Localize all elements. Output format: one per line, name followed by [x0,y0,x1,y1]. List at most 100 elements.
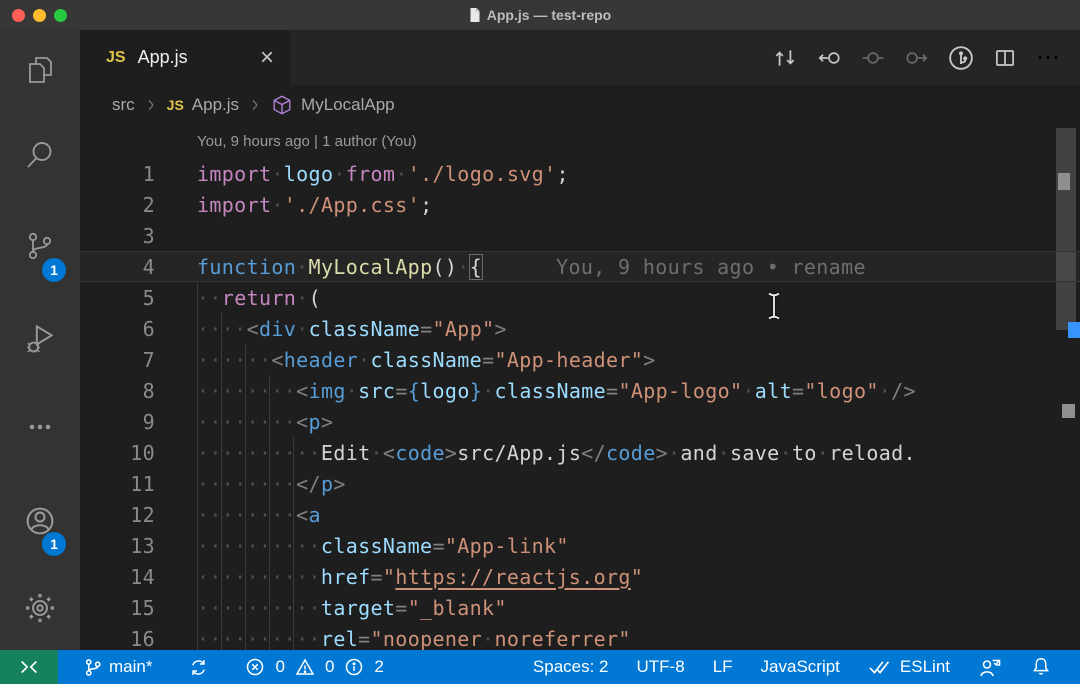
gear-icon [22,590,58,626]
eslint-label: ESLint [900,657,950,677]
tab-label: App.js [138,47,248,68]
sidebar-item-source-control[interactable]: 1 [0,200,80,292]
code-line[interactable]: 5··return·( [80,282,1080,313]
tab-bar: JS App.js × [80,30,1080,85]
code-text: ········<p> [155,410,333,434]
code-line[interactable]: 2import·'./App.css'; [80,189,1080,220]
feedback-person-icon [978,656,1002,678]
remote-icon [18,656,40,678]
line-number: 15 [80,596,155,620]
split-editor-icon[interactable] [988,41,1022,75]
files-icon [24,54,56,86]
language-status-item[interactable]: JavaScript [747,650,854,684]
line-number: 16 [80,627,155,651]
code-lines: 1import·logo·from·'./logo.svg';2import·'… [80,158,1080,650]
open-changes-icon[interactable] [768,41,802,75]
remote-indicator[interactable] [0,650,58,684]
commit-graph-icon[interactable] [944,41,978,75]
breadcrumb-item-src[interactable]: src [112,95,135,115]
code-text: ········</p> [155,472,346,496]
code-line[interactable]: 6····<div·className="App"> [80,313,1080,344]
line-number: 5 [80,286,155,310]
code-area: You, 9 hours ago | 1 author (You) 1impor… [80,125,1080,650]
ellipsis-icon [25,412,55,442]
line-number: 3 [80,224,155,248]
close-tab-icon[interactable]: × [260,46,274,70]
code-line[interactable]: 9········<p> [80,406,1080,437]
code-text: function·MyLocalApp()·{You, 9 hours ago … [155,255,866,279]
eol-label: LF [713,657,733,677]
notifications-status-item[interactable] [1016,650,1066,684]
next-change-icon[interactable] [900,41,934,75]
sync-status-item[interactable] [178,650,219,684]
code-line[interactable]: 7······<header·className="App-header"> [80,344,1080,375]
window-title: App.js — test-repo [469,7,611,23]
indentation-label: Spaces: 2 [533,657,609,677]
settings-button[interactable] [0,566,80,650]
status-bar: main* 0 0 2 Spaces: 2 UTF-8 LF Java [0,650,1080,684]
code-line[interactable]: 14··········href="https://reactjs.org" [80,561,1080,592]
tab-appjs[interactable]: JS App.js × [80,30,290,85]
breadcrumb-item-symbol[interactable]: MyLocalApp [301,95,395,115]
bell-icon [1030,656,1052,678]
window-title-text: App.js — test-repo [487,7,611,23]
chevron-right-icon [143,97,159,113]
breadcrumb-item-appjs[interactable]: App.js [192,95,239,115]
code-text: ··········href="https://reactjs.org" [155,565,643,589]
javascript-file-icon: JS [106,49,126,67]
code-line[interactable]: 1import·logo·from·'./logo.svg'; [80,158,1080,189]
change-icon[interactable] [856,41,890,75]
indentation-status-item[interactable]: Spaces: 2 [519,650,623,684]
eol-status-item[interactable]: LF [699,650,747,684]
gitlens-codelens[interactable]: You, 9 hours ago | 1 author (You) [80,125,1080,158]
title-bar: App.js — test-repo [0,0,1080,30]
code-line[interactable]: 10··········Edit·<code>src/App.js</code>… [80,437,1080,468]
window-controls [12,9,67,22]
code-line[interactable]: 13··········className="App-link" [80,530,1080,561]
code-text: ··········rel="noopener·noreferrer" [155,627,631,651]
chevron-right-icon [247,97,263,113]
accounts-button[interactable]: 1 [0,476,80,566]
branch-name: main* [109,657,152,677]
code-line[interactable]: 16··········rel="noopener·noreferrer" [80,623,1080,650]
code-text: import·'./App.css'; [155,193,432,217]
activity-bar: 1 1 [0,30,80,650]
encoding-status-item[interactable]: UTF-8 [623,650,699,684]
encoding-label: UTF-8 [637,657,685,677]
line-number: 2 [80,193,155,217]
editor-actions: ⋯ [768,30,1066,85]
file-icon [469,7,481,23]
eslint-status-item[interactable]: ESLint [854,650,964,684]
minimize-window-button[interactable] [33,9,46,22]
git-branch-icon [84,658,103,677]
more-actions-icon[interactable]: ⋯ [1032,41,1066,75]
double-check-icon [868,657,894,677]
breadcrumb: src JS App.js MyLocalApp [80,85,1080,125]
code-text: ········<a [155,503,321,527]
code-line[interactable]: 4function·MyLocalApp()·{You, 9 hours ago… [80,251,1080,282]
symbol-method-icon [271,94,293,116]
warning-icon [295,657,315,677]
sidebar-item-explorer[interactable] [0,30,80,110]
code-line[interactable]: 3 [80,220,1080,251]
zoom-window-button[interactable] [54,9,67,22]
branch-status-item[interactable]: main* [74,650,162,684]
code-text: ········<img·src={logo}·className="App-l… [155,379,916,403]
problems-status-item[interactable]: 0 0 2 [235,650,393,684]
code-line[interactable]: 8········<img·src={logo}·className="App-… [80,375,1080,406]
mouse-ibeam-cursor [766,291,782,326]
close-window-button[interactable] [12,9,25,22]
code-line[interactable]: 15··········target="_blank" [80,592,1080,623]
line-number: 9 [80,410,155,434]
source-control-badge: 1 [42,258,66,282]
language-label: JavaScript [761,657,840,677]
code-line[interactable]: 12········<a [80,499,1080,530]
previous-change-icon[interactable] [812,41,846,75]
feedback-status-item[interactable] [964,650,1016,684]
sidebar-item-run-debug[interactable] [0,292,80,384]
error-count: 0 [275,657,284,677]
editor-region: JS App.js × [80,30,1080,650]
sidebar-item-search[interactable] [0,110,80,200]
sidebar-item-more-views[interactable] [0,384,80,470]
code-line[interactable]: 11········</p> [80,468,1080,499]
